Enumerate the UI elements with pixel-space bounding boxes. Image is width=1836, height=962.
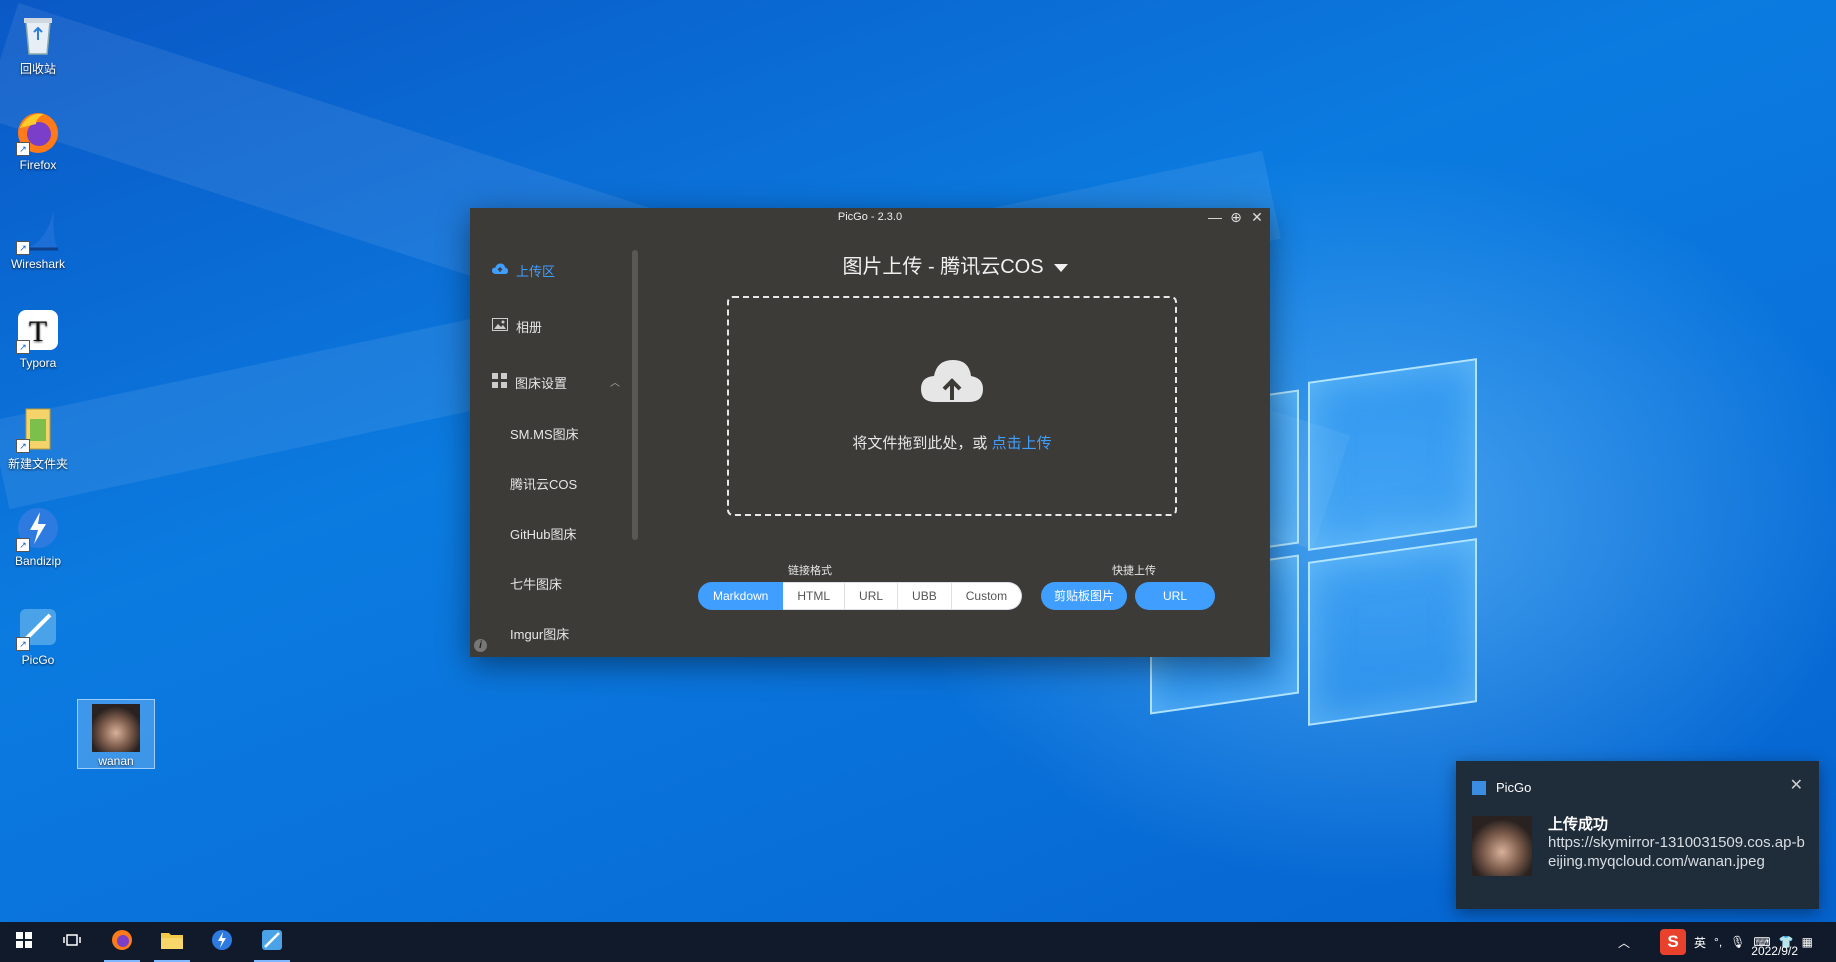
- caret-down-icon: [1053, 263, 1068, 272]
- desktop-icon-wanan[interactable]: wanan: [77, 699, 155, 769]
- upload-title[interactable]: 图片上传 - 腾讯云COS: [640, 250, 1270, 279]
- desktop-icon-picgo[interactable]: ↗ PicGo: [0, 599, 76, 667]
- sidebar: 上传区 相册 图床设置 ︿ SM.MS图床 腾讯云COS GitHub图床 七牛…: [470, 228, 640, 657]
- sidebar-item-label: 上传区: [516, 263, 556, 279]
- sidebar-scrollbar[interactable]: [632, 250, 638, 540]
- taskbar-firefox[interactable]: [98, 922, 146, 962]
- format-ubb-button[interactable]: UBB: [898, 582, 952, 610]
- link-format-group: Markdown HTML URL UBB Custom: [698, 582, 1023, 610]
- desktop-icon-typora[interactable]: T ↗ Typora: [0, 302, 76, 370]
- start-button[interactable]: [0, 922, 48, 962]
- sidebar-item-label: 相册: [516, 319, 543, 335]
- recycle-bin-icon: [14, 10, 62, 58]
- desktop-icon-label: Firefox: [19, 158, 57, 172]
- desktop-icon-label: 回收站: [19, 62, 56, 76]
- file-explorer-icon: [160, 930, 184, 955]
- info-icon[interactable]: i: [474, 639, 487, 652]
- format-custom-button[interactable]: Custom: [951, 582, 1023, 610]
- start-icon: [16, 931, 32, 953]
- click-upload-link[interactable]: 点击上传: [992, 435, 1052, 452]
- taskbar-date[interactable]: 2022/9/2: [1751, 944, 1798, 958]
- picgo-icon: [261, 929, 283, 956]
- desktop-icon-bandizip[interactable]: ↗ Bandizip: [0, 500, 76, 568]
- notification-title: 上传成功: [1548, 816, 1609, 833]
- notification-app-name: PicGo: [1496, 780, 1532, 795]
- bandizip-icon: ↗: [14, 504, 62, 552]
- task-view-button[interactable]: [48, 922, 96, 962]
- sidebar-subitem-github[interactable]: GitHub图床: [510, 524, 576, 543]
- show-hidden-icons[interactable]: ︿: [1618, 922, 1630, 962]
- desktop-icon-label: Typora: [19, 356, 57, 370]
- close-icon[interactable]: ✕: [1790, 775, 1803, 795]
- wireshark-icon: ↗: [14, 207, 62, 255]
- cloud-upload-icon: [492, 263, 508, 278]
- picgo-window: PicGo - 2.3.0 — ⊕ ✕ 上传区 相册 图床设置 ︿ SM.MS图…: [470, 208, 1270, 657]
- cloud-upload-icon: [919, 356, 985, 408]
- desktop-icon-label: 新建文件夹: [7, 457, 68, 471]
- clipboard-upload-button[interactable]: 剪贴板图片: [1041, 582, 1127, 610]
- format-markdown-button[interactable]: Markdown: [698, 582, 784, 610]
- taskbar-picgo[interactable]: [248, 922, 296, 962]
- close-button[interactable]: ✕: [1247, 208, 1267, 228]
- desktop-icon-label: Wireshark: [10, 257, 65, 271]
- taskbar-file-explorer[interactable]: [148, 922, 196, 962]
- svg-text:T: T: [29, 315, 47, 348]
- image-file-icon: [92, 704, 140, 752]
- upload-title-text: 图片上传 - 腾讯云COS: [842, 256, 1044, 278]
- chevron-up-icon: ︿: [610, 378, 620, 389]
- picgo-icon: ↗: [14, 603, 62, 651]
- sidebar-item-upload[interactable]: 上传区: [492, 258, 555, 282]
- typora-icon: T ↗: [14, 306, 62, 354]
- notification-thumbnail: [1472, 816, 1532, 876]
- desktop-icon-firefox[interactable]: ↗ Firefox: [0, 104, 76, 172]
- url-upload-button[interactable]: URL: [1135, 582, 1215, 610]
- ime-language-toggle[interactable]: 英: [1694, 934, 1706, 951]
- image-icon: [492, 318, 508, 334]
- sidebar-subitem-imgur[interactable]: Imgur图床: [510, 624, 569, 643]
- sidebar-subitem-smms[interactable]: SM.MS图床: [510, 424, 579, 443]
- sidebar-subitem-qiniu[interactable]: 七牛图床: [510, 574, 562, 593]
- grid-icon: [492, 373, 507, 391]
- desktop-icon-new-folder[interactable]: ↗ 新建文件夹: [0, 401, 76, 472]
- quick-upload-label: 快捷上传: [1112, 565, 1156, 577]
- microphone-icon[interactable]: 🎙: [1730, 935, 1745, 949]
- desktop-icon-recycle-bin[interactable]: 回收站: [0, 6, 76, 77]
- task-view-icon: [63, 933, 81, 952]
- sidebar-item-label: 图床设置: [515, 375, 568, 391]
- folder-icon: ↗: [14, 405, 62, 453]
- link-format-label: 链接格式: [788, 565, 832, 577]
- toolbox-icon[interactable]: ▦: [1802, 935, 1813, 949]
- picgo-icon: [1472, 781, 1486, 795]
- sidebar-subitem-tencent-cos[interactable]: 腾讯云COS: [510, 474, 577, 493]
- sidebar-item-settings[interactable]: 图床设置 ︿: [492, 370, 620, 394]
- desktop-icon-label: wanan: [98, 754, 134, 768]
- bandizip-icon: [210, 928, 234, 957]
- format-html-button[interactable]: HTML: [783, 582, 846, 610]
- dropzone-text: 将文件拖到此处，或 点击上传: [729, 432, 1175, 453]
- punctuation-icon[interactable]: °,: [1714, 935, 1722, 949]
- firefox-icon: [110, 928, 134, 957]
- sidebar-item-gallery[interactable]: 相册: [492, 314, 542, 338]
- window-title: PicGo - 2.3.0: [837, 211, 903, 223]
- taskbar: ︿ S 英 °, 🎙 ⌨ 👕 ▦ 2022/9/2: [0, 922, 1836, 962]
- upload-notification[interactable]: PicGo ✕ 上传成功 https://skymirror-131003150…: [1456, 761, 1819, 909]
- notification-body: https://skymirror-1310031509.cos.ap-beij…: [1548, 834, 1805, 870]
- firefox-icon: ↗: [14, 108, 62, 156]
- pin-button[interactable]: ⊕: [1226, 208, 1246, 228]
- upload-dropzone[interactable]: 将文件拖到此处，或 点击上传: [727, 296, 1177, 516]
- desktop-icon-wireshark[interactable]: ↗ Wireshark: [0, 203, 76, 271]
- minimize-button[interactable]: —: [1205, 208, 1225, 228]
- taskbar-bandizip[interactable]: [198, 922, 246, 962]
- chevron-up-icon: ︿: [1618, 935, 1631, 950]
- sogou-ime-icon[interactable]: S: [1660, 929, 1686, 955]
- format-url-button[interactable]: URL: [845, 582, 899, 610]
- dropzone-hint: 将文件拖到此处，或: [852, 435, 988, 452]
- desktop-icon-label: Bandizip: [14, 554, 62, 568]
- desktop-icon-label: PicGo: [21, 653, 55, 667]
